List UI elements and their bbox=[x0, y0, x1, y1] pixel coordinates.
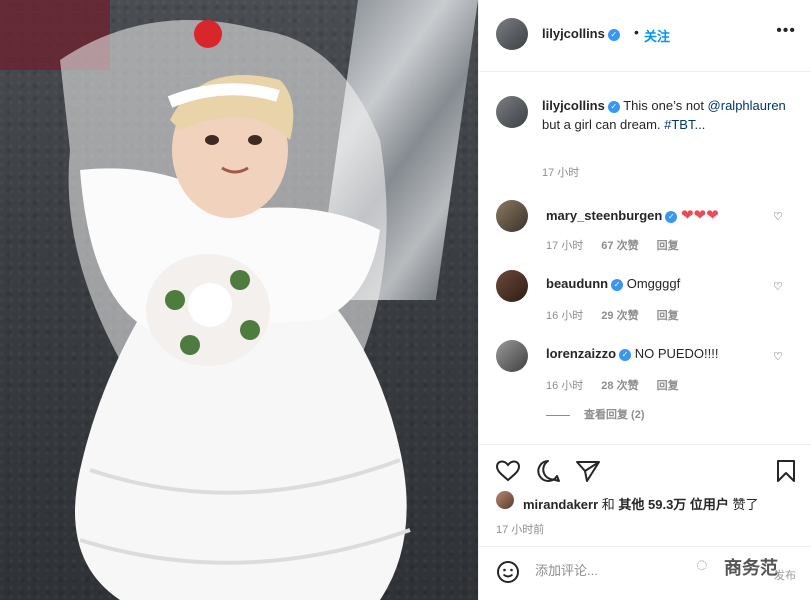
view-replies-button[interactable]: 查看回复 (2) bbox=[546, 406, 645, 422]
verified-badge-icon: ✓ bbox=[607, 28, 620, 41]
verified-badge-icon: ✓ bbox=[607, 100, 620, 113]
like-comment-heart-icon[interactable]: ♡ bbox=[773, 280, 783, 293]
commenter-username[interactable]: mary_steenburgen bbox=[546, 208, 662, 223]
liker-username[interactable]: mirandakerr bbox=[523, 497, 598, 512]
post-detail-panel: lilyjcollins ✓ • 关注 ••• lilyjcollins ✓ Thi… bbox=[478, 0, 811, 600]
comment-item: mary_steenburgen ✓ ❤❤❤ 17 小时 67 次赞 回复 ♡ bbox=[496, 200, 796, 256]
share-icon[interactable] bbox=[575, 459, 601, 483]
comment-likes[interactable]: 28 次赞 bbox=[601, 380, 638, 392]
like-comment-heart-icon[interactable]: ♡ bbox=[773, 350, 783, 363]
heart-icon[interactable] bbox=[495, 459, 521, 483]
comment-input[interactable] bbox=[535, 563, 715, 578]
separator-dot: • bbox=[634, 24, 639, 40]
verified-badge-icon: ✓ bbox=[611, 278, 624, 291]
caption-time: 17 小时 bbox=[542, 167, 580, 179]
comment-item: beaudunn ✓ Omggggf 16 小时 29 次赞 回复 ♡ bbox=[496, 270, 796, 326]
author-username[interactable]: lilyjcollins ✓ bbox=[542, 26, 620, 41]
reply-button[interactable]: 回复 bbox=[657, 310, 679, 322]
photo-subject bbox=[60, 20, 411, 600]
comment-icon[interactable] bbox=[535, 459, 561, 483]
commenter-avatar[interactable] bbox=[496, 270, 528, 302]
wechat-logo-icon: ◌ bbox=[696, 554, 708, 576]
follow-button[interactable]: 关注 bbox=[644, 26, 670, 45]
commenter-username[interactable]: beaudunn bbox=[546, 276, 608, 291]
verified-badge-icon: ✓ bbox=[619, 348, 632, 361]
comment-text: NO PUEDO!!!! bbox=[634, 346, 719, 361]
hashtag-link[interactable]: #TBT... bbox=[664, 117, 705, 132]
caption-text: lilyjcollins ✓ This one’s not @ralphlaure… bbox=[542, 98, 786, 132]
caption-avatar[interactable] bbox=[496, 96, 528, 128]
bookmark-icon[interactable] bbox=[775, 459, 797, 483]
divider-line bbox=[546, 414, 570, 416]
caption-username[interactable]: lilyjcollins bbox=[542, 98, 605, 113]
action-bar bbox=[479, 444, 811, 496]
emoji-icon[interactable] bbox=[496, 560, 520, 584]
more-options-icon[interactable]: ••• bbox=[776, 22, 796, 40]
reply-button[interactable]: 回复 bbox=[657, 240, 679, 252]
mention-link[interactable]: @ralphlauren bbox=[708, 98, 786, 113]
commenter-avatar[interactable] bbox=[496, 340, 528, 372]
author-avatar[interactable] bbox=[496, 18, 528, 50]
liker-avatar[interactable] bbox=[496, 491, 514, 509]
post-header: lilyjcollins ✓ • 关注 ••• bbox=[479, 0, 811, 72]
comment-text: Omggggf bbox=[626, 276, 681, 291]
comment-time: 17 小时 bbox=[546, 240, 584, 252]
post-photo[interactable] bbox=[0, 0, 478, 600]
post-time: 17 小时前 bbox=[496, 524, 545, 536]
commenter-avatar[interactable] bbox=[496, 200, 528, 232]
reply-button[interactable]: 回复 bbox=[657, 380, 679, 392]
watermark-sub: 发布 bbox=[774, 570, 796, 582]
watermark: ◌ 商务范 发布 bbox=[696, 550, 811, 590]
comment-time: 16 小时 bbox=[546, 310, 584, 322]
comment-text: ❤❤❤ bbox=[680, 207, 719, 224]
comment-item: lorenzaizzo ✓ NO PUEDO!!!! 16 小时 28 次赞 回复 ♡ bbox=[496, 340, 796, 396]
comment-time: 16 小时 bbox=[546, 380, 584, 392]
watermark-text: 商务范 bbox=[724, 558, 778, 578]
like-comment-heart-icon[interactable]: ♡ bbox=[773, 210, 783, 223]
commenter-username[interactable]: lorenzaizzo bbox=[546, 346, 616, 361]
comment-likes[interactable]: 67 次赞 bbox=[601, 240, 638, 252]
others-likes-link[interactable]: 其他 59.3万 位用户 bbox=[618, 497, 729, 512]
verified-badge-icon: ✓ bbox=[665, 210, 678, 223]
comment-likes[interactable]: 29 次赞 bbox=[601, 310, 638, 322]
